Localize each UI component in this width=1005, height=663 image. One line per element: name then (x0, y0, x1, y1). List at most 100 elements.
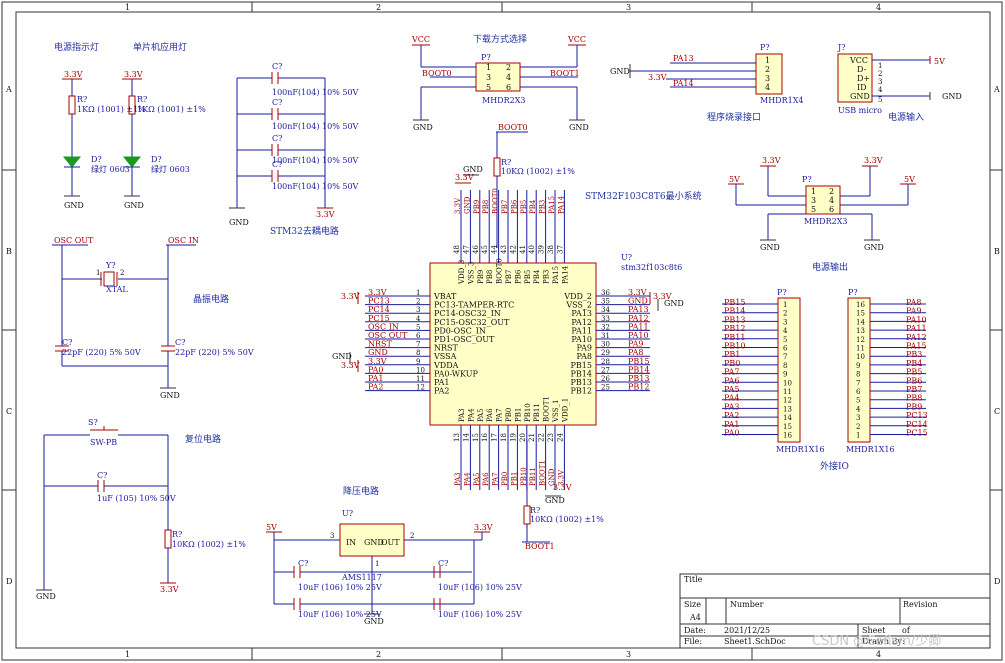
dcap3-ref: C? (272, 134, 282, 143)
boot-gnd-left: GND (413, 123, 433, 132)
row-label-d: D (6, 577, 12, 586)
mcu-bottom-pin-name: PB10 (524, 403, 532, 422)
tb-file-value: Sheet1.SchDoc (724, 637, 786, 646)
boot-pin-2: 2 (506, 63, 511, 72)
mcu-left-pin-num: 11 (416, 375, 425, 383)
boot1-res-val: 10KΩ (1002) ±1% (530, 515, 604, 524)
title-mcu-led: 单片机应用灯 (133, 41, 187, 53)
osc-in-label: OSC IN (168, 236, 199, 245)
pout-rail-5v-right: 5V (904, 175, 915, 184)
mcu-bottom-pin-num: 20 (519, 433, 527, 442)
io-pin-num: 13 (856, 327, 865, 335)
mcu-right-pin-num: 32 (601, 323, 610, 331)
boot-net-right: BOOT1 (550, 69, 580, 78)
io-net-label: PA12 (906, 333, 927, 342)
io-net-label: PB5 (906, 368, 922, 377)
tb-date-value: 2021/12/25 (724, 626, 770, 635)
row-label-d-right: D (994, 577, 1000, 586)
led1-gnd: GND (64, 201, 84, 210)
mcu-right-pin-name: PB12 (571, 387, 592, 396)
led2-rail: 3.3V (124, 70, 143, 79)
mcu-left-pin-num: 12 (416, 384, 425, 392)
boot-header: VCC VCC P? 1 2 3 4 5 6 BOOT0 BOOT1 GND G… (411, 35, 589, 248)
boot-pin-6: 6 (506, 83, 511, 92)
mcu-part: stm32f103c8t6 (621, 263, 682, 272)
pout-pin-2: 2 (829, 187, 834, 196)
mcu-pwr-left-mid: 3.3V (341, 361, 360, 370)
ldo-circuit: 5V 3 U? IN GND OUT AMS1117 2 3.3V 1 GND … (266, 509, 522, 626)
tb-date-label: Date: (684, 626, 706, 635)
prog-pin-2: 2 (765, 65, 770, 74)
prog-pin-1: 1 (765, 56, 770, 65)
boot-gnd-right: GND (569, 123, 589, 132)
io-net-label: PA3 (724, 402, 740, 411)
boot-header-part: MHDR2X3 (482, 96, 525, 105)
io-net-label: PB13 (724, 315, 745, 324)
reset-res-val: 10KΩ (1002) ±1% (172, 540, 246, 549)
io-pin-num: 6 (856, 388, 861, 396)
boot-net-bottom: BOOT0 (498, 123, 528, 132)
mcu-left-pin-num: 10 (416, 366, 425, 374)
tb-revision-label: Revision (903, 600, 937, 609)
reset-res-ref: R? (172, 530, 182, 539)
mcu-bottom-pin-name: PB1 (514, 408, 522, 422)
mcu-bottom-pin-num: 16 (481, 433, 489, 442)
mcu-top-net: PB8 (482, 200, 490, 214)
mcu-left-pin-num: 2 (416, 298, 420, 306)
mcu-bottom-net: PA4 (463, 472, 471, 486)
dcap-rail: 3.3V (316, 210, 335, 219)
ldo-cap3-ref: C? (438, 559, 448, 568)
io-pin-num: 7 (856, 379, 860, 387)
mcu-bottom-pin-name: VSS_1 (552, 400, 560, 423)
mcu-bottom-pin-name: PB0 (505, 408, 513, 422)
mcu-top-pin-name: PB4 (533, 269, 541, 284)
io-header-left: P? 1 PB15 2 PB14 3 PB13 4 PB12 5 PB11 6 PB10 7 PB1 8 PB… (722, 288, 825, 454)
led1-ref: D? (91, 155, 102, 164)
title-prog-port: 程序烧录接口 (707, 111, 761, 123)
mcu-bottom-pin-name: PA6 (486, 408, 494, 422)
mcu-top-pin-name: VDD_3 (458, 260, 466, 285)
io-net-label: PB4 (906, 359, 922, 368)
mcu-top-pin-name: BOOT0 (496, 258, 504, 284)
ldo-cap1-val: 10uF (106) 10% 25V (298, 583, 382, 592)
crystal-pin2: 2 (120, 269, 124, 277)
mcu-top-pin-num: 47 (462, 245, 470, 254)
io-pin-num: 9 (783, 371, 787, 379)
io-pin-num: 13 (783, 405, 792, 413)
io-net-label: PA15 (906, 342, 927, 351)
mcu-top-pin-num: 41 (519, 245, 527, 254)
col-label-4: 4 (876, 3, 881, 12)
mcu-bottom-net: PB11 (529, 467, 537, 486)
io-pin-num: 3 (783, 318, 787, 326)
io-pin-num: 16 (783, 432, 792, 440)
io-net-label: PB15 (724, 298, 745, 307)
io-pin-num: 3 (856, 414, 860, 422)
mcu-bottom-pin-name: PA7 (496, 408, 504, 422)
led1-res-ref: R? (77, 95, 87, 104)
usb-part: USB micro (838, 106, 882, 115)
pout-rail-3v3-left: 3.3V (762, 156, 781, 165)
dcap4-val: 100nF(104) 10% 50V (272, 182, 359, 191)
boot1-res-ref: R? (530, 506, 540, 515)
mcu-top-pin-name: PB8 (486, 270, 494, 284)
io-pin-num: 8 (856, 371, 860, 379)
mcu-top-net: PA15 (548, 196, 556, 214)
tb-file-label: File: (684, 637, 702, 646)
led1-val: 绿灯 0603 (91, 164, 130, 174)
ldo-ref: U? (342, 509, 353, 518)
usb-pin-dp: D+ (857, 74, 870, 83)
prog-header-part: MHDR1X4 (760, 96, 803, 105)
boot-vcc-left: VCC (411, 35, 430, 44)
watermark: CSDN @Cefism/少卿 (812, 634, 941, 649)
ldo-pin-in-num: 3 (330, 532, 334, 540)
mcu-bottom-pin-num: 23 (547, 433, 555, 442)
pout-pin-5: 5 (811, 205, 816, 214)
mcu-top-net: PB6 (510, 199, 518, 214)
io-net-label: PB10 (724, 342, 745, 351)
reset-cap-ref: C? (97, 471, 107, 480)
mcu-top-net: GND (463, 196, 471, 214)
io-net-label: PB9 (906, 402, 922, 411)
mcu-left-pin-num: 9 (416, 358, 420, 366)
io-net-label: PB12 (724, 324, 745, 333)
mcu-top-pins: 48 VDD_3 3.3V 47 VSS_3 GND 46 PB9 PB9 45 PB8 PB8 44 B… (453, 188, 569, 285)
